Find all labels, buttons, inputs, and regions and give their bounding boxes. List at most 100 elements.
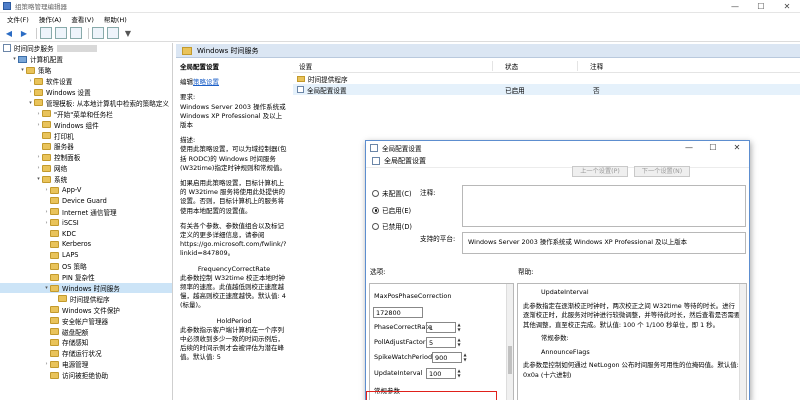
- option-input[interactable]: 100: [426, 368, 456, 379]
- collapsed-chevron-icon[interactable]: ›: [35, 165, 42, 171]
- help-icon[interactable]: [92, 27, 104, 39]
- expanded-chevron-icon[interactable]: ▾: [11, 56, 18, 62]
- folder-icon: [182, 46, 192, 55]
- tree-item[interactable]: ▾ 系统: [0, 174, 172, 185]
- tree-item[interactable]: PIN 复杂性: [0, 272, 172, 283]
- option-input[interactable]: 1: [426, 322, 456, 333]
- tree-item[interactable]: ▾ 管理模板: 从本地计算机中检索的策略定义: [0, 97, 172, 108]
- tree-item[interactable]: 安全帐户管理器: [0, 315, 172, 326]
- tree-item[interactable]: › 网络: [0, 163, 172, 174]
- radio-not-configured[interactable]: 未配置(C): [372, 188, 412, 198]
- collapsed-chevron-icon[interactable]: ›: [43, 361, 50, 367]
- collapsed-chevron-icon[interactable]: ›: [35, 122, 42, 128]
- tree-item[interactable]: ▾ 策略: [0, 65, 172, 76]
- row-state: 已启用: [505, 86, 525, 95]
- tree-item[interactable]: OS 策略: [0, 261, 172, 272]
- spinner-icon[interactable]: ▲ ▼: [456, 322, 462, 333]
- tree-item[interactable]: ▾ Windows 时间服务: [0, 282, 172, 294]
- help-scrollbar[interactable]: [739, 284, 746, 400]
- minimize-button[interactable]: —: [722, 0, 748, 13]
- option-label: PhaseCorrectRate: [374, 323, 433, 331]
- edit-policy-link[interactable]: 策略设置: [193, 78, 219, 86]
- list-row[interactable]: 时间提供程序: [293, 73, 800, 84]
- collapsed-chevron-icon[interactable]: ›: [35, 111, 42, 117]
- tree-item[interactable]: Kerberos: [0, 239, 172, 250]
- folder-icon: [50, 306, 59, 314]
- tree-item-label: Windows 时间服务: [62, 285, 120, 294]
- tree-item[interactable]: KDC: [0, 228, 172, 239]
- collapsed-chevron-icon[interactable]: ›: [43, 220, 50, 226]
- collapsed-chevron-icon[interactable]: ›: [43, 187, 50, 193]
- expanded-chevron-icon[interactable]: ▾: [27, 100, 34, 106]
- column-comment[interactable]: 注释: [578, 61, 603, 71]
- column-setting[interactable]: 设置: [293, 60, 493, 71]
- expanded-chevron-icon[interactable]: ▾: [43, 285, 50, 291]
- tree-item[interactable]: 磁盘配额: [0, 326, 172, 337]
- spinner-icon[interactable]: ▲ ▼: [462, 352, 468, 363]
- tree-item[interactable]: ▾ 计算机配置: [0, 54, 172, 65]
- dialog-minimize-button[interactable]: —: [677, 141, 701, 154]
- back-arrow-icon[interactable]: ◀: [3, 27, 15, 39]
- param-title-frequency: FrequencyCorrectRate: [197, 264, 271, 273]
- option-input[interactable]: 172800: [373, 307, 423, 318]
- tree-item[interactable]: › 控制面板: [0, 152, 172, 163]
- expanded-chevron-icon[interactable]: ▾: [35, 176, 42, 182]
- option-input[interactable]: 5: [426, 337, 456, 348]
- tree-item[interactable]: › "开始"菜单和任务栏: [0, 108, 172, 119]
- forward-arrow-icon[interactable]: ▶: [18, 27, 30, 39]
- tree-item[interactable]: › App-V: [0, 185, 172, 196]
- maximize-button[interactable]: ☐: [748, 0, 774, 13]
- collapsed-chevron-icon[interactable]: ›: [35, 154, 42, 160]
- option-input[interactable]: 900: [432, 352, 462, 363]
- column-state[interactable]: 状态: [493, 60, 578, 71]
- options-label: 选项:: [370, 268, 386, 276]
- view-icon[interactable]: [107, 27, 119, 39]
- menu-view[interactable]: 查看(V): [71, 14, 94, 24]
- window-controls: — ☐ ✕: [722, 0, 800, 13]
- menu-action[interactable]: 操作(A): [39, 14, 62, 24]
- tree-item-label: Device Guard: [62, 196, 107, 205]
- tree-root[interactable]: 时间同步服务: [0, 43, 172, 54]
- filter-icon[interactable]: ▼: [122, 27, 134, 39]
- tree-item[interactable]: Windows 文件保护: [0, 304, 172, 315]
- collapsed-chevron-icon[interactable]: ›: [27, 89, 34, 95]
- next-setting-button[interactable]: 下一个设置(N): [634, 166, 690, 177]
- tree-item-label: 磁盘配额: [62, 328, 89, 337]
- details-header: Windows 时间服务: [176, 44, 800, 58]
- help-text: 此参数指定在逐渐校正时钟时，两次校正之间 W32time 等待的时长。进行逐渐校…: [523, 301, 741, 329]
- spinner-icon[interactable]: ▲ ▼: [456, 368, 462, 379]
- menu-file[interactable]: 文件(F): [7, 14, 29, 24]
- list-row[interactable]: 全局配置设置 已启用 否: [293, 84, 800, 95]
- tree-item[interactable]: 访问被拒绝协助: [0, 370, 172, 381]
- tree-item[interactable]: 存储运行状况: [0, 348, 172, 359]
- dialog-close-button[interactable]: ✕: [725, 141, 749, 154]
- tree-item[interactable]: 时间提供程序: [0, 293, 172, 304]
- comment-textbox[interactable]: [462, 185, 746, 227]
- tree-item[interactable]: › 软件设置: [0, 76, 172, 87]
- tree-item[interactable]: LAPS: [0, 250, 172, 261]
- tree-item[interactable]: › Internet 通信管理: [0, 206, 172, 217]
- dialog-maximize-button[interactable]: ☐: [701, 141, 725, 154]
- tree-item[interactable]: › Windows 设置: [0, 87, 172, 98]
- menu-help[interactable]: 帮助(H): [104, 14, 127, 24]
- collapsed-chevron-icon[interactable]: ›: [43, 209, 50, 215]
- tree-item[interactable]: 存储感知: [0, 337, 172, 348]
- expanded-chevron-icon[interactable]: ▾: [19, 67, 26, 73]
- spinner-icon[interactable]: ▲ ▼: [456, 337, 462, 348]
- properties-icon[interactable]: [55, 27, 67, 39]
- export-list-icon[interactable]: [70, 27, 82, 39]
- tree-item[interactable]: 打印机: [0, 130, 172, 141]
- tree-item[interactable]: › 电源管理: [0, 359, 172, 370]
- previous-setting-button[interactable]: 上一个设置(P): [572, 166, 628, 177]
- options-scrollbar[interactable]: [506, 284, 513, 400]
- tree-item[interactable]: Device Guard: [0, 195, 172, 206]
- tree-item[interactable]: 服务器: [0, 141, 172, 152]
- tree-item[interactable]: › Windows 组件: [0, 119, 172, 130]
- radio-disabled[interactable]: 已禁用(D): [372, 221, 412, 231]
- radio-enabled[interactable]: 已启用(E): [372, 205, 411, 215]
- close-button[interactable]: ✕: [774, 0, 800, 13]
- collapsed-chevron-icon[interactable]: ›: [27, 78, 34, 84]
- tree-item[interactable]: › iSCSI: [0, 217, 172, 228]
- show-hide-tree-icon[interactable]: [40, 27, 52, 39]
- desc-title: 全局配置设置: [180, 63, 219, 71]
